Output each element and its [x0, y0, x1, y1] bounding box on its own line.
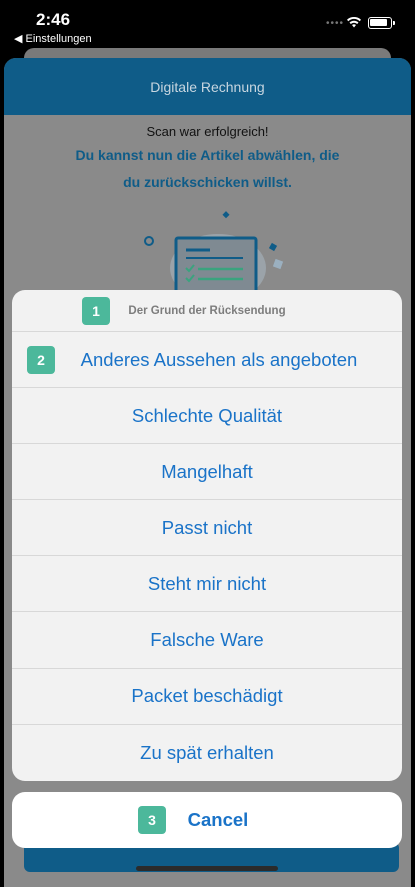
reason-option-damaged-package[interactable]: Packet beschädigt: [12, 669, 402, 725]
reason-option-different-look[interactable]: 2 Anderes Aussehen als angeboten: [12, 332, 402, 389]
reason-option-bad-quality[interactable]: Schlechte Qualität: [12, 388, 402, 445]
instruction-line-1: Du kannst nun die Artikel abwählen, die: [75, 147, 340, 163]
reason-option-label: Passt nicht: [161, 516, 253, 538]
reason-option-label: Mangelhaft: [161, 460, 253, 482]
page-title: Digitale Rechnung: [150, 78, 265, 95]
reason-option-label: Falsche Ware: [150, 629, 264, 651]
sheet-header: Digitale Rechnung: [4, 58, 411, 115]
cancel-label: Cancel: [187, 809, 249, 830]
action-sheet-header: 1 Der Grund der Rücksendung: [12, 290, 402, 332]
status-time: 2:46: [36, 10, 71, 29]
back-to-app-link[interactable]: ◀ Einstellungen: [14, 32, 92, 45]
step-badge-1: 1: [82, 297, 110, 325]
battery-icon: [368, 17, 395, 29]
wifi-icon: [347, 16, 361, 28]
step-badge-3: 3: [138, 806, 166, 834]
invoice-illustration-icon: [144, 211, 284, 298]
instruction-line-2: du zurückschicken willst.: [123, 174, 292, 190]
reason-option-does-not-fit[interactable]: Passt nicht: [12, 500, 402, 557]
reason-option-label: Anderes Aussehen als angeboten: [80, 348, 358, 370]
reason-option-label: Packet beschädigt: [131, 685, 283, 707]
home-indicator[interactable]: [136, 866, 278, 871]
reason-option-wrong-item[interactable]: Falsche Ware: [12, 612, 402, 669]
signal-icon: ••••: [326, 18, 345, 29]
reason-option-does-not-suit[interactable]: Steht mir nicht: [12, 556, 402, 613]
return-reason-action-sheet: 1 Der Grund der Rücksendung 2 Anderes Au…: [12, 290, 402, 781]
status-bar: 2:46 ◀ Einstellungen ••••: [0, 0, 415, 48]
reason-option-label: Zu spät erhalten: [140, 741, 274, 763]
reason-option-defective[interactable]: Mangelhaft: [12, 444, 402, 501]
reason-option-label: Schlechte Qualität: [131, 404, 283, 426]
scan-success-message: Scan war erfolgreich!: [146, 124, 269, 139]
reason-option-label: Steht mir nicht: [147, 572, 267, 594]
action-sheet-title: Der Grund der Rücksendung: [128, 304, 286, 317]
step-badge-2: 2: [27, 346, 55, 374]
reason-option-arrived-late[interactable]: Zu spät erhalten: [12, 725, 402, 781]
cancel-button[interactable]: 3 Cancel: [12, 792, 402, 848]
